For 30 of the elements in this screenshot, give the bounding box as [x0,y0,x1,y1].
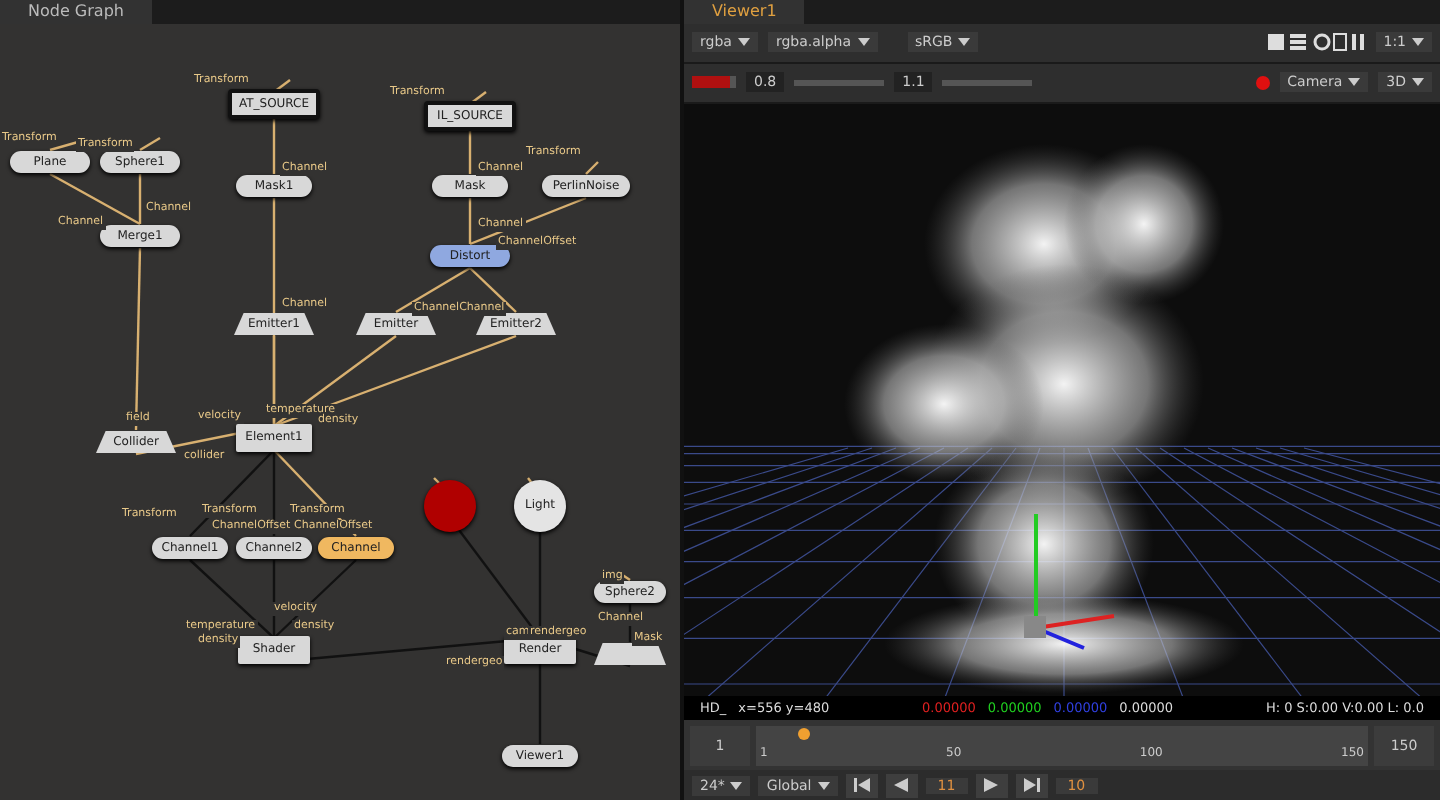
graph-node[interactable] [594,643,666,665]
caret-icon [730,781,743,790]
exposure-slider-fill[interactable] [692,76,730,89]
play-icon [984,778,999,793]
caret-icon [1412,78,1424,87]
play-backward-icon [894,778,909,793]
record-icon[interactable] [1255,75,1270,90]
connection-line [468,128,472,174]
skip-start-button[interactable] [845,773,878,798]
playhead[interactable] [798,727,811,740]
caret-icon [958,38,971,47]
play-button[interactable] [975,773,1008,798]
panel-tab[interactable]: Viewer1 [684,0,805,24]
connection-line [49,140,79,152]
viewer-tool-icon[interactable] [1265,32,1366,53]
caret-icon [1412,38,1424,47]
connection-line [139,136,161,152]
gain-track[interactable] [794,79,885,86]
skip-end-icon [1023,778,1040,793]
play-backward-button[interactable] [885,773,918,798]
gamma-track[interactable] [942,79,1033,86]
connection-line [272,116,276,174]
skip-start-icon [853,778,870,793]
skip-end-button[interactable] [1015,773,1048,798]
caret-icon [737,38,750,47]
graph-node[interactable] [424,480,476,532]
caret-icon [857,38,869,47]
caret-icon [1348,78,1361,87]
panel-tab[interactable]: Node Graph [0,0,152,24]
caret-icon [817,781,830,790]
